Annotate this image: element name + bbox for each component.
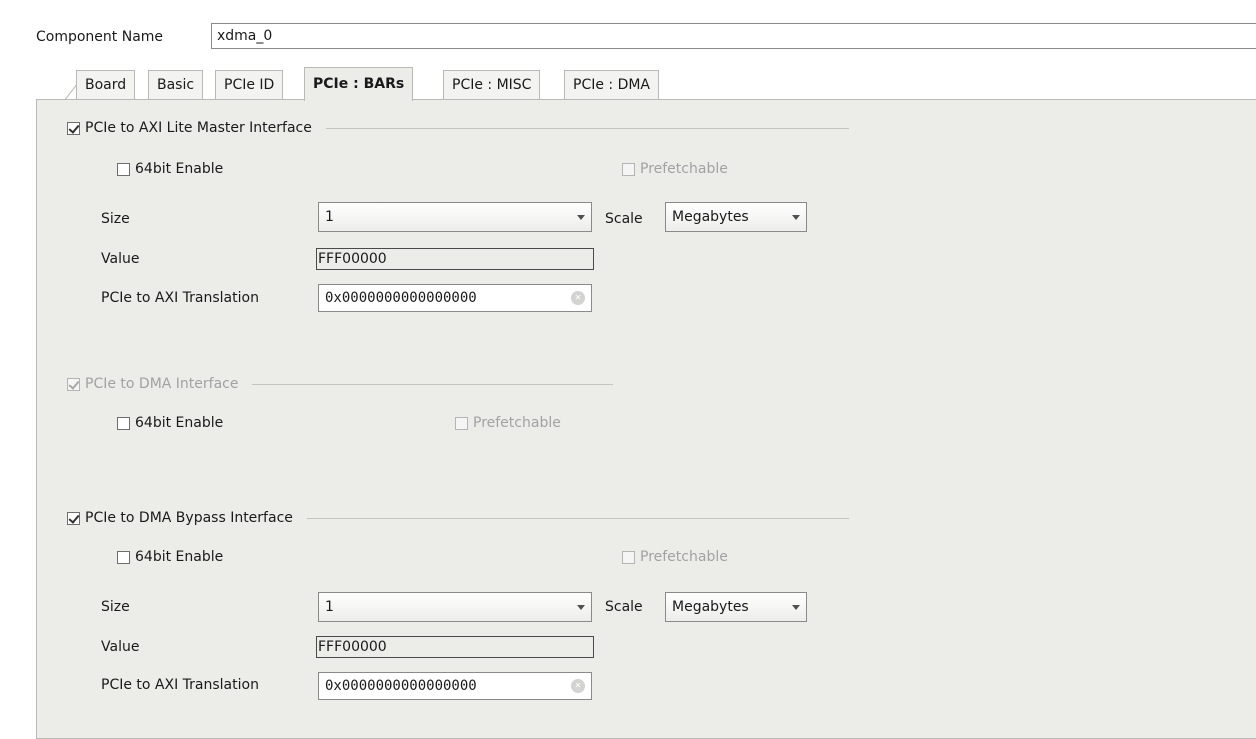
dma-bypass-64bit-row[interactable]: 64bit Enable [117, 549, 223, 565]
dma-bypass-prefetch-checkbox [622, 550, 635, 564]
dma-64bit-row[interactable]: 64bit Enable [117, 415, 223, 431]
dma-bypass-translation-input[interactable]: 0x0000000000000000 ✕ [318, 672, 592, 700]
section-dma-header: PCIe to DMA Interface [67, 376, 613, 392]
axi-lite-translation-value: 0x0000000000000000 [325, 290, 477, 306]
component-name-input[interactable]: xdma_0 [211, 23, 1256, 49]
axi-lite-64bit-checkbox[interactable] [117, 162, 130, 176]
axi-lite-64bit-label: 64bit Enable [135, 161, 224, 177]
axi-lite-value-label: Value [101, 251, 140, 267]
dma-bypass-size-label: Size [101, 599, 130, 615]
axi-lite-scale-value: Megabytes [672, 209, 749, 225]
dma-bypass-title: PCIe to DMA Bypass Interface [85, 510, 293, 526]
axi-lite-prefetch-checkbox [622, 162, 635, 176]
dma-interface-checkbox [67, 377, 80, 391]
component-name-label: Component Name [36, 29, 164, 45]
dma-prefetch-label: Prefetchable [473, 415, 561, 431]
section-axi-lite-header: PCIe to AXI Lite Master Interface [67, 120, 849, 136]
dma-bypass-scale-value: Megabytes [672, 599, 749, 615]
dma-bypass-value-label: Value [101, 639, 140, 655]
bars-panel: PCIe to AXI Lite Master Interface 64bit … [36, 99, 1256, 739]
tab-pcie-bars[interactable]: PCIe : BARs [304, 67, 414, 101]
section-dma-bypass-header: PCIe to DMA Bypass Interface [67, 510, 849, 526]
tab-pcie-id[interactable]: PCIe ID [215, 70, 284, 100]
axi-lite-value-field: FFF00000 [316, 248, 594, 270]
dma-bypass-value-field: FFF00000 [316, 636, 594, 658]
chevron-down-icon [577, 604, 585, 610]
dma-interface-title: PCIe to DMA Interface [85, 376, 239, 392]
dma-bypass-checkbox[interactable] [67, 511, 80, 525]
axi-lite-master-checkbox[interactable] [67, 121, 80, 135]
axi-lite-prefetch-label: Prefetchable [640, 161, 728, 177]
clear-icon[interactable]: ✕ [571, 679, 585, 693]
axi-lite-translation-label: PCIe to AXI Translation [101, 290, 259, 306]
dma-bypass-prefetch-row: Prefetchable [622, 549, 728, 565]
dma-bypass-64bit-checkbox[interactable] [117, 550, 130, 564]
dma-bypass-scale-label: Scale [605, 599, 643, 615]
tab-pcie-misc[interactable]: PCIe : MISC [443, 70, 541, 100]
axi-lite-size-dropdown[interactable]: 1 [318, 202, 592, 232]
axi-lite-scale-label: Scale [605, 211, 643, 227]
dma-prefetch-checkbox [455, 416, 468, 430]
dma-prefetch-row: Prefetchable [455, 415, 561, 431]
chevron-down-icon [577, 214, 585, 220]
axi-lite-master-title: PCIe to AXI Lite Master Interface [85, 120, 312, 136]
dma-bypass-translation-label: PCIe to AXI Translation [101, 677, 259, 693]
dma-64bit-checkbox[interactable] [117, 416, 130, 430]
axi-lite-64bit-row[interactable]: 64bit Enable [117, 161, 223, 177]
dma-bypass-prefetch-label: Prefetchable [640, 549, 728, 565]
dma-bypass-size-value: 1 [325, 599, 334, 615]
section-divider [306, 517, 849, 519]
section-divider [325, 127, 849, 129]
dma-bypass-size-dropdown[interactable]: 1 [318, 592, 592, 622]
tab-board[interactable]: Board [76, 70, 136, 100]
axi-lite-scale-dropdown[interactable]: Megabytes [665, 202, 807, 232]
tab-basic[interactable]: Basic [148, 70, 204, 100]
tab-pcie-dma[interactable]: PCIe : DMA [564, 70, 660, 100]
dma-bypass-64bit-label: 64bit Enable [135, 549, 224, 565]
axi-lite-prefetch-row: Prefetchable [622, 161, 728, 177]
axi-lite-translation-input[interactable]: 0x0000000000000000 ✕ [318, 284, 592, 312]
dma-bypass-scale-dropdown[interactable]: Megabytes [665, 592, 807, 622]
axi-lite-size-label: Size [101, 211, 130, 227]
chevron-down-icon [792, 604, 800, 610]
axi-lite-size-value: 1 [325, 209, 334, 225]
dma-bypass-translation-value: 0x0000000000000000 [325, 678, 477, 694]
chevron-down-icon [792, 214, 800, 220]
dma-64bit-label: 64bit Enable [135, 415, 224, 431]
clear-icon[interactable]: ✕ [571, 291, 585, 305]
section-divider [252, 383, 613, 385]
